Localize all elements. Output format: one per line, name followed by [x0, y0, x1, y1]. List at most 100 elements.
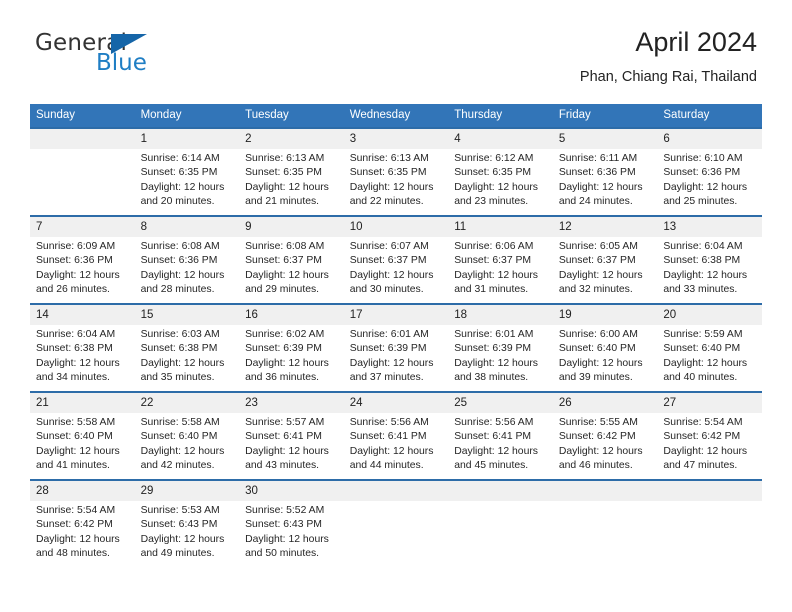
day-detail-line: Sunset: 6:35 PM — [454, 167, 532, 179]
weekday-header-sunday: Sunday — [30, 104, 135, 128]
day-cell[interactable]: 12 Sunrise: 6:05 AM Sunset: 6:37 PM Dayligh… — [552, 215, 658, 304]
day-detail-line: Sunrise: 6:04 AM — [36, 329, 116, 340]
day-detail-line: and 31 minutes. — [454, 283, 529, 295]
day-detail-line: Daylight: 12 hours — [140, 533, 225, 545]
day-cell[interactable]: 14 Sunrise: 6:04 AM Sunset: 6:38 PM Dayligh… — [30, 303, 135, 392]
day-detail-line: Daylight: 12 hours — [349, 269, 434, 281]
day-cell[interactable]: 11 Sunrise: 6:06 AM Sunset: 6:37 PM Dayligh… — [448, 215, 553, 304]
day-detail-line: Sunrise: 6:00 AM — [558, 329, 638, 340]
day-detail-line: Daylight: 12 hours — [663, 357, 748, 369]
day-cell[interactable]: 3 Sunrise: 6:13 AM Sunset: 6:35 PM Daylight… — [343, 127, 449, 216]
general-blue-logo: General Blue — [35, 28, 175, 84]
day-detail-line: Sunset: 6:36 PM — [558, 167, 636, 179]
day-cell[interactable]: 8 Sunrise: 6:08 AM Sunset: 6:36 PM Daylight… — [134, 215, 240, 304]
day-cell-empty — [343, 479, 449, 568]
day-detail-line: Daylight: 12 hours — [140, 445, 225, 457]
day-cell[interactable]: 28 Sunrise: 5:54 AM Sunset: 6:42 PM Dayligh… — [30, 479, 135, 568]
day-detail-line: Daylight: 12 hours — [245, 181, 329, 193]
day-details: Sunrise: 5:55 AM Sunset: 6:42 PM Daylight:… — [553, 413, 658, 473]
day-detail-line: Daylight: 12 hours — [454, 357, 538, 369]
day-cell[interactable]: 21 Sunrise: 5:58 AM Sunset: 6:40 PM Dayligh… — [30, 391, 135, 480]
day-cell[interactable]: 23 Sunrise: 5:57 AM Sunset: 6:41 PM Dayligh… — [239, 391, 344, 480]
day-cell[interactable]: 25 Sunrise: 5:56 AM Sunset: 6:41 PM Dayligh… — [448, 391, 553, 480]
day-details: Sunrise: 6:07 AM Sunset: 6:37 PM Daylight:… — [344, 237, 449, 297]
day-detail-line: Sunset: 6:41 PM — [349, 431, 427, 443]
day-cell[interactable]: 13 Sunrise: 6:04 AM Sunset: 6:38 PM Dayligh… — [657, 215, 762, 304]
day-number: 13 — [657, 217, 762, 237]
day-details: Sunrise: 6:14 AM Sunset: 6:35 PM Daylight:… — [135, 149, 240, 209]
day-details — [553, 501, 658, 504]
day-number: 26 — [552, 393, 658, 413]
day-detail-line: Daylight: 12 hours — [245, 533, 329, 545]
day-cell[interactable]: 10 Sunrise: 6:07 AM Sunset: 6:37 PM Dayligh… — [343, 215, 449, 304]
day-number — [552, 481, 658, 501]
day-number: 20 — [657, 305, 762, 325]
day-cell[interactable]: 29 Sunrise: 5:53 AM Sunset: 6:43 PM Dayligh… — [134, 479, 240, 568]
day-detail-line: Daylight: 12 hours — [140, 181, 225, 193]
day-detail-line: Daylight: 12 hours — [140, 269, 225, 281]
day-cell[interactable]: 26 Sunrise: 5:55 AM Sunset: 6:42 PM Dayligh… — [552, 391, 658, 480]
day-detail-line: Sunrise: 6:02 AM — [245, 329, 325, 340]
day-details: Sunrise: 5:59 AM Sunset: 6:40 PM Daylight:… — [657, 325, 762, 385]
day-details: Sunrise: 5:53 AM Sunset: 6:43 PM Daylight:… — [135, 501, 240, 561]
day-cell-empty — [657, 479, 762, 568]
day-cell-empty — [552, 479, 658, 568]
day-cell[interactable]: 1 Sunrise: 6:14 AM Sunset: 6:35 PM Daylight… — [134, 127, 240, 216]
day-number: 12 — [552, 217, 658, 237]
day-details: Sunrise: 6:04 AM Sunset: 6:38 PM Daylight:… — [30, 325, 135, 385]
day-detail-line: Daylight: 12 hours — [140, 357, 225, 369]
day-cell[interactable]: 2 Sunrise: 6:13 AM Sunset: 6:35 PM Daylight… — [239, 127, 344, 216]
day-details: Sunrise: 6:05 AM Sunset: 6:37 PM Daylight:… — [553, 237, 658, 297]
calendar-page: General Blue April 2024 Phan, Chiang Rai… — [0, 0, 792, 612]
day-number: 18 — [448, 305, 553, 325]
day-number: 7 — [30, 217, 135, 237]
day-details: Sunrise: 6:12 AM Sunset: 6:35 PM Daylight:… — [448, 149, 553, 209]
calendar-week-row: 28 Sunrise: 5:54 AM Sunset: 6:42 PM Dayligh… — [30, 479, 762, 568]
day-cell[interactable]: 5 Sunrise: 6:11 AM Sunset: 6:36 PM Daylight… — [552, 127, 658, 216]
day-detail-line: and 41 minutes. — [36, 459, 110, 471]
day-detail-line: Daylight: 12 hours — [349, 357, 434, 369]
day-cell[interactable]: 9 Sunrise: 6:08 AM Sunset: 6:37 PM Daylight… — [239, 215, 344, 304]
day-detail-line: and 29 minutes. — [245, 283, 320, 295]
day-detail-line: Daylight: 12 hours — [349, 445, 434, 457]
day-number: 27 — [657, 393, 762, 413]
day-cell[interactable]: 24 Sunrise: 5:56 AM Sunset: 6:41 PM Dayligh… — [343, 391, 449, 480]
day-cell[interactable]: 18 Sunrise: 6:01 AM Sunset: 6:39 PM Dayligh… — [448, 303, 553, 392]
day-detail-line: and 24 minutes. — [558, 195, 633, 207]
day-cell[interactable]: 17 Sunrise: 6:01 AM Sunset: 6:39 PM Dayligh… — [343, 303, 449, 392]
day-detail-line: Sunset: 6:40 PM — [558, 343, 636, 355]
day-detail-line: Sunrise: 5:53 AM — [140, 505, 220, 516]
day-number: 8 — [134, 217, 240, 237]
day-detail-line: Daylight: 12 hours — [663, 269, 748, 281]
day-detail-line: Sunrise: 6:13 AM — [245, 153, 325, 164]
day-cell[interactable]: 22 Sunrise: 5:58 AM Sunset: 6:40 PM Dayligh… — [134, 391, 240, 480]
day-cell[interactable]: 27 Sunrise: 5:54 AM Sunset: 6:42 PM Dayligh… — [657, 391, 762, 480]
day-number: 1 — [134, 129, 240, 149]
day-cell[interactable]: 6 Sunrise: 6:10 AM Sunset: 6:36 PM Daylight… — [657, 127, 762, 216]
day-detail-line: Daylight: 12 hours — [558, 269, 643, 281]
day-cell[interactable]: 16 Sunrise: 6:02 AM Sunset: 6:39 PM Dayligh… — [239, 303, 344, 392]
day-cell[interactable]: 4 Sunrise: 6:12 AM Sunset: 6:35 PM Daylight… — [448, 127, 553, 216]
day-cell[interactable]: 7 Sunrise: 6:09 AM Sunset: 6:36 PM Daylight… — [30, 215, 135, 304]
day-details: Sunrise: 5:58 AM Sunset: 6:40 PM Daylight:… — [30, 413, 135, 473]
day-detail-line: Sunrise: 5:52 AM — [245, 505, 325, 516]
day-detail-line: Sunset: 6:38 PM — [140, 343, 218, 355]
day-detail-line: Sunset: 6:36 PM — [663, 167, 741, 179]
day-cell[interactable]: 30 Sunrise: 5:52 AM Sunset: 6:43 PM Dayligh… — [239, 479, 344, 568]
day-number: 19 — [552, 305, 658, 325]
calendar-week-row: 21 Sunrise: 5:58 AM Sunset: 6:40 PM Dayligh… — [30, 391, 762, 480]
day-detail-line: Sunset: 6:38 PM — [663, 255, 741, 267]
day-cell[interactable]: 19 Sunrise: 6:00 AM Sunset: 6:40 PM Dayligh… — [552, 303, 658, 392]
day-details — [657, 501, 762, 504]
calendar-header-row: Sunday Monday Tuesday Wednesday Thursday Frid… — [30, 104, 762, 128]
day-detail-line: and 26 minutes. — [36, 283, 110, 295]
day-detail-line: and 44 minutes. — [349, 459, 424, 471]
day-cell[interactable]: 15 Sunrise: 6:03 AM Sunset: 6:38 PM Dayligh… — [134, 303, 240, 392]
day-cell-empty — [448, 479, 553, 568]
day-detail-line: Daylight: 12 hours — [36, 533, 120, 545]
day-details: Sunrise: 5:57 AM Sunset: 6:41 PM Daylight:… — [239, 413, 344, 473]
day-detail-line: and 22 minutes. — [349, 195, 424, 207]
weekday-header-thursday: Thursday — [448, 104, 553, 128]
day-detail-line: Sunset: 6:36 PM — [140, 255, 218, 267]
day-cell[interactable]: 20 Sunrise: 5:59 AM Sunset: 6:40 PM Dayligh… — [657, 303, 762, 392]
